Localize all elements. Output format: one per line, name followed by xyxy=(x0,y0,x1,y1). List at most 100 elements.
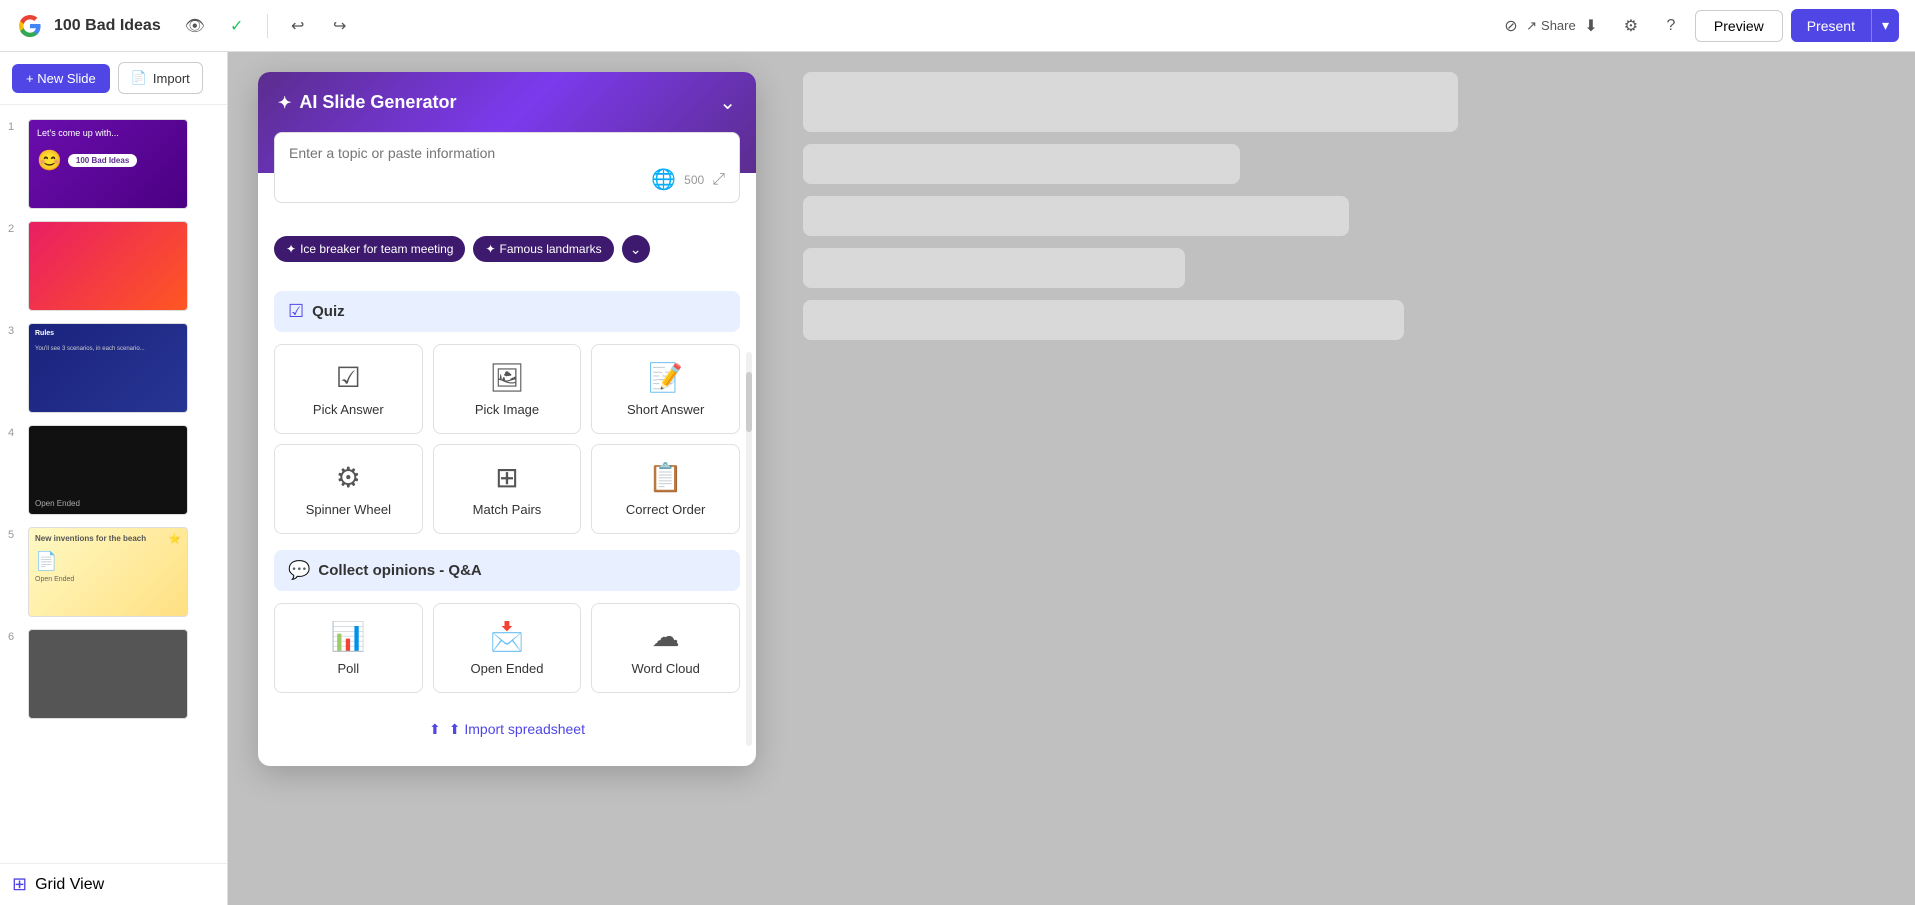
import-label: Import xyxy=(153,71,190,86)
slide-thumb-4[interactable]: Open Ended xyxy=(28,425,188,515)
short-answer-icon: 📝 xyxy=(648,361,683,394)
ai-suggestions: ✦ Ice breaker for team meeting ✦ Famous … xyxy=(258,223,756,275)
short-answer-label: Short Answer xyxy=(627,402,704,417)
preview-button[interactable]: Preview xyxy=(1695,10,1783,42)
ai-header: ✦ AI Slide Generator ⌄ 🌐 500 ⤢ xyxy=(258,72,756,173)
char-count: 500 xyxy=(684,173,704,187)
suggestion-chip-2[interactable]: ✦ Famous landmarks xyxy=(473,236,613,262)
slide-number-6: 6 xyxy=(8,631,22,643)
ai-header-top: ✦ AI Slide Generator ⌄ xyxy=(278,92,736,113)
import-button[interactable]: 📄 Import xyxy=(118,62,203,94)
poll-card[interactable]: 📊 Poll xyxy=(274,603,423,693)
slide-thumb-5[interactable]: New inventions for the beach 📄 Open Ende… xyxy=(28,527,188,617)
ai-indicator-icon: 🌐 xyxy=(651,167,676,192)
content-area: ✦ AI Slide Generator ⌄ 🌐 500 ⤢ xyxy=(228,52,1915,905)
grid-view-label: Grid View xyxy=(35,876,104,894)
scrollbar-thumb[interactable] xyxy=(746,372,752,432)
slide-thumb-1[interactable]: Let's come up with... 😊 100 Bad Ideas xyxy=(28,119,188,209)
ai-title-text: AI Slide Generator xyxy=(299,92,456,113)
ai-input-area: 🌐 500 ⤢ xyxy=(274,132,740,203)
topbar-right: ⊘ ↗ Share ⬇ ⚙ ? Preview Present ▾ xyxy=(1495,9,1899,42)
panel-scroll[interactable]: ☑ Quiz ☑ Pick Answer 🖼 Pick Image xyxy=(258,275,756,766)
new-slide-button[interactable]: + New Slide xyxy=(12,64,110,93)
help-button[interactable]: ? xyxy=(1655,10,1687,42)
match-pairs-icon: ⊞ xyxy=(495,461,518,494)
slide-number-4: 4 xyxy=(8,427,22,439)
google-logo xyxy=(16,12,44,40)
ai-close-button[interactable]: ⌄ xyxy=(719,93,736,113)
quiz-section-title: Quiz xyxy=(312,303,345,320)
import-sheet-icon: ⬆ xyxy=(429,721,441,738)
share-label: Share xyxy=(1541,18,1576,33)
chip-label-1: Ice breaker for team meeting xyxy=(300,242,453,256)
share-button[interactable]: ↗ Share xyxy=(1535,10,1567,42)
scrollbar-track[interactable] xyxy=(746,352,752,746)
slide-number-5: 5 xyxy=(8,529,22,541)
undo-button[interactable]: ↩ xyxy=(282,10,314,42)
slide-thumb-3[interactable]: Rules You'll see 3 scenarios, in each sc… xyxy=(28,323,188,413)
opinions-section-title: Collect opinions - Q&A xyxy=(318,562,481,579)
chip-sparkle-1: ✦ xyxy=(286,242,296,256)
pick-image-icon: 🖼 xyxy=(489,361,525,394)
slide-number-1: 1 xyxy=(8,121,22,133)
word-cloud-label: Word Cloud xyxy=(631,661,699,676)
redo-button[interactable]: ↪ xyxy=(324,10,356,42)
slide-item-4[interactable]: 4 Open Ended xyxy=(0,419,227,521)
pick-answer-icon: ☑ xyxy=(336,361,361,394)
main-area: + New Slide 📄 Import 1 Let's come up wit… xyxy=(0,52,1915,905)
present-dropdown-arrow[interactable]: ▾ xyxy=(1871,9,1899,42)
expand-icon[interactable]: ⤢ xyxy=(712,171,725,189)
sidebar-toolbar: + New Slide 📄 Import xyxy=(0,52,227,105)
slide-item-5[interactable]: 5 New inventions for the beach 📄 Open En… xyxy=(0,521,227,623)
spinner-wheel-card[interactable]: ⚙ Spinner Wheel xyxy=(274,444,423,534)
modal-wrapper: ✦ AI Slide Generator ⌄ 🌐 500 ⤢ xyxy=(228,52,1915,905)
present-label[interactable]: Present xyxy=(1791,10,1871,42)
import-spreadsheet-button[interactable]: ⬆ ⬆ Import spreadsheet xyxy=(274,709,740,750)
suggestion-more-button[interactable]: ⌄ xyxy=(622,235,650,263)
suggestion-chip-1[interactable]: ✦ Ice breaker for team meeting xyxy=(274,236,465,262)
slide-item-2[interactable]: 2 xyxy=(0,215,227,317)
sidebar: + New Slide 📄 Import 1 Let's come up wit… xyxy=(0,52,228,905)
app-title: 100 Bad Ideas xyxy=(54,17,161,35)
pick-image-label: Pick Image xyxy=(475,402,539,417)
share-icon: ↗ xyxy=(1526,18,1537,34)
spinner-wheel-icon: ⚙ xyxy=(336,461,361,494)
open-ended-label: Open Ended xyxy=(470,661,543,676)
chip-label-2: Famous landmarks xyxy=(500,242,602,256)
slide-item-3[interactable]: 3 Rules You'll see 3 scenarios, in each … xyxy=(0,317,227,419)
ai-panel: ✦ AI Slide Generator ⌄ 🌐 500 ⤢ xyxy=(258,72,756,766)
check-button[interactable]: ✓ xyxy=(221,10,253,42)
match-pairs-card[interactable]: ⊞ Match Pairs xyxy=(433,444,582,534)
pick-answer-card[interactable]: ☑ Pick Answer xyxy=(274,344,423,434)
correct-order-card[interactable]: 📋 Correct Order xyxy=(591,444,740,534)
circle-plus-button[interactable]: ⊘ xyxy=(1495,10,1527,42)
settings-button[interactable]: ⚙ xyxy=(1615,10,1647,42)
open-ended-card[interactable]: 📩 Open Ended xyxy=(433,603,582,693)
correct-order-icon: 📋 xyxy=(648,461,683,494)
word-cloud-icon: ☁ xyxy=(652,620,680,653)
slide-thumb-2[interactable] xyxy=(28,221,188,311)
ai-topic-input[interactable] xyxy=(289,145,725,161)
short-answer-card[interactable]: 📝 Short Answer xyxy=(591,344,740,434)
ai-title: ✦ AI Slide Generator xyxy=(278,92,456,113)
quiz-section-header: ☑ Quiz xyxy=(274,291,740,332)
opinions-check-icon: 💬 xyxy=(288,560,310,581)
download-button[interactable]: ⬇ xyxy=(1575,10,1607,42)
import-sheet-label: ⬆ Import spreadsheet xyxy=(449,721,585,738)
ai-input-footer: 🌐 500 ⤢ xyxy=(289,167,725,192)
slide-thumb-6[interactable] xyxy=(28,629,188,719)
word-cloud-card[interactable]: ☁ Word Cloud xyxy=(591,603,740,693)
quiz-type-grid: ☑ Pick Answer 🖼 Pick Image 📝 Short Answe… xyxy=(274,344,740,534)
eye-button[interactable]: 👁 xyxy=(179,10,211,42)
grid-view-button[interactable]: ⊞ Grid View xyxy=(0,863,227,905)
pick-image-card[interactable]: 🖼 Pick Image xyxy=(433,344,582,434)
spinner-wheel-label: Spinner Wheel xyxy=(306,502,391,517)
topbar: 100 Bad Ideas 👁 ✓ ↩ ↪ ⊘ ↗ Share ⬇ ⚙ ? Pr… xyxy=(0,0,1915,52)
chip-sparkle-2: ✦ xyxy=(485,242,495,256)
present-button[interactable]: Present ▾ xyxy=(1791,9,1899,42)
open-ended-icon: 📩 xyxy=(490,620,525,653)
slide-number-3: 3 xyxy=(8,325,22,337)
divider-1 xyxy=(267,14,268,38)
slide-item-6[interactable]: 6 xyxy=(0,623,227,725)
slide-item-1[interactable]: 1 Let's come up with... 😊 100 Bad Ideas xyxy=(0,113,227,215)
